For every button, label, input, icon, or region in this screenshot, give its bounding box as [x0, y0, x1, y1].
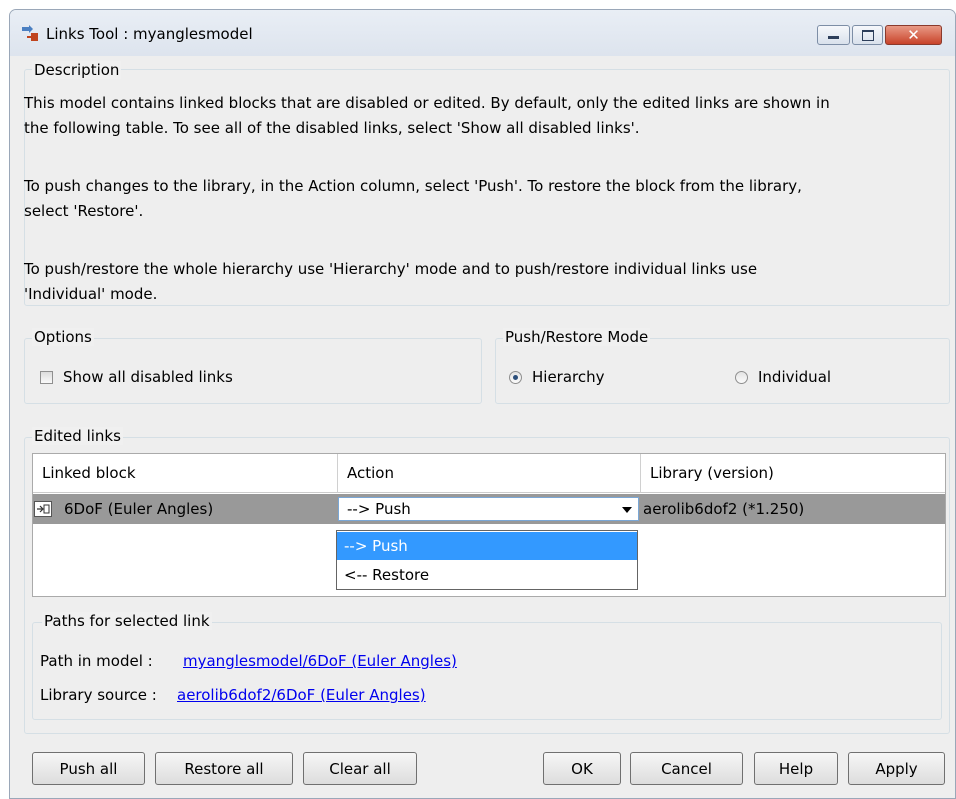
- table-row[interactable]: 6DoF (Euler Angles) --> Push aerolib6dof…: [33, 494, 945, 524]
- individual-label[interactable]: Individual: [758, 368, 831, 386]
- close-button[interactable]: ✕: [885, 25, 942, 45]
- column-header-library-version[interactable]: Library (version): [641, 454, 945, 493]
- paths-group: [32, 622, 942, 720]
- links-tool-icon: [22, 25, 38, 41]
- action-option-push[interactable]: --> Push: [337, 532, 637, 560]
- action-option-restore[interactable]: <-- Restore: [337, 561, 637, 589]
- window-title: Links Tool : myanglesmodel: [46, 25, 253, 43]
- action-combobox[interactable]: --> Push: [338, 497, 639, 521]
- minimize-button[interactable]: [817, 25, 850, 45]
- description-line: select 'Restore'.: [24, 202, 144, 220]
- show-all-disabled-links-label[interactable]: Show all disabled links: [63, 368, 233, 386]
- description-line: the following table. To see all of the d…: [24, 119, 640, 137]
- minimize-icon: [828, 36, 839, 39]
- description-line: This model contains linked blocks that a…: [24, 94, 830, 112]
- options-legend: Options: [32, 328, 94, 346]
- edited-links-legend: Edited links: [32, 427, 123, 445]
- description-line: 'Individual' mode.: [24, 285, 158, 303]
- cancel-button[interactable]: Cancel: [630, 752, 743, 785]
- hierarchy-label[interactable]: Hierarchy: [532, 368, 605, 386]
- restore-all-button[interactable]: Restore all: [155, 752, 293, 785]
- hierarchy-radio[interactable]: [509, 371, 522, 384]
- maximize-icon: [861, 29, 874, 41]
- path-in-model-label: Path in model :: [40, 652, 153, 670]
- ok-button[interactable]: OK: [543, 752, 621, 785]
- individual-radio[interactable]: [735, 371, 748, 384]
- block-link-icon: [34, 501, 52, 517]
- action-dropdown-list[interactable]: --> Push <-- Restore: [336, 530, 638, 590]
- column-header-linked-block[interactable]: Linked block: [33, 454, 338, 493]
- push-restore-mode-legend: Push/Restore Mode: [503, 328, 651, 346]
- clear-all-button[interactable]: Clear all: [303, 752, 417, 785]
- column-header-action[interactable]: Action: [338, 454, 641, 493]
- chevron-down-icon[interactable]: [622, 507, 632, 513]
- action-combobox-value: --> Push: [347, 500, 411, 518]
- push-all-button[interactable]: Push all: [32, 752, 145, 785]
- library-version-cell: aerolib6dof2 (*1.250): [643, 500, 805, 518]
- library-source-label: Library source :: [40, 686, 157, 704]
- description-line: To push changes to the library, in the A…: [24, 177, 802, 195]
- maximize-button[interactable]: [852, 25, 883, 45]
- help-button[interactable]: Help: [754, 752, 838, 785]
- apply-button[interactable]: Apply: [848, 752, 945, 785]
- path-in-model-link[interactable]: myanglesmodel/6DoF (Euler Angles): [183, 652, 457, 670]
- description-legend: Description: [32, 61, 122, 79]
- show-all-disabled-links-checkbox[interactable]: [40, 371, 53, 384]
- close-icon: ✕: [907, 26, 920, 44]
- description-line: To push/restore the whole hierarchy use …: [24, 260, 758, 278]
- linked-block-cell: 6DoF (Euler Angles): [64, 500, 214, 518]
- paths-legend: Paths for selected link: [42, 612, 212, 630]
- title-bar[interactable]: Links Tool : myanglesmodel ✕: [10, 10, 955, 56]
- library-source-link[interactable]: aerolib6dof2/6DoF (Euler Angles): [177, 686, 426, 704]
